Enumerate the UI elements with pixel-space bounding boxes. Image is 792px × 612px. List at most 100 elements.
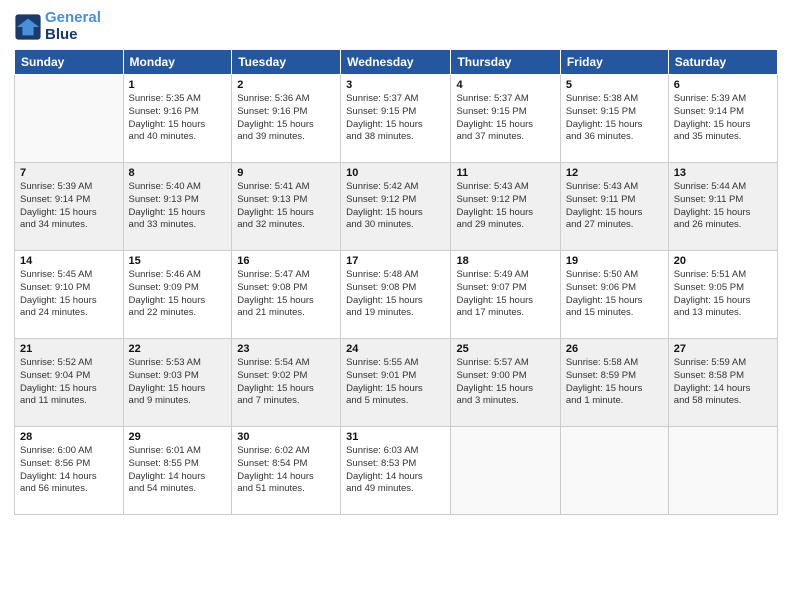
day-number: 27 xyxy=(674,343,772,355)
calendar-cell: 16 Sunrise: 5:47 AM Sunset: 9:08 PM Dayli… xyxy=(232,251,341,339)
day-info: Sunrise: 5:58 AM Sunset: 8:59 PM Dayligh… xyxy=(566,357,663,408)
day-number: 12 xyxy=(566,167,663,179)
calendar-week-row: 28 Sunrise: 6:00 AM Sunset: 8:56 PM Dayli… xyxy=(15,427,778,515)
calendar-cell: 4 Sunrise: 5:37 AM Sunset: 9:15 PM Daylig… xyxy=(451,75,560,163)
day-number: 15 xyxy=(129,255,227,267)
calendar-cell: 3 Sunrise: 5:37 AM Sunset: 9:15 PM Daylig… xyxy=(341,75,451,163)
calendar-cell: 12 Sunrise: 5:43 AM Sunset: 9:11 PM Dayli… xyxy=(560,163,668,251)
day-number: 29 xyxy=(129,431,227,443)
day-number: 19 xyxy=(566,255,663,267)
calendar-cell: 22Sunrise: 5:53 AM Sunset: 9:03 PM Dayli… xyxy=(123,339,232,427)
weekday-header-friday: Friday xyxy=(560,50,668,75)
logo-icon xyxy=(14,13,42,41)
day-info: Sunrise: 5:48 AM Sunset: 9:08 PM Dayligh… xyxy=(346,269,445,320)
day-info: Sunrise: 5:52 AM Sunset: 9:04 PM Dayligh… xyxy=(20,357,118,408)
day-info: Sunrise: 5:37 AM Sunset: 9:15 PM Dayligh… xyxy=(456,93,554,144)
day-info: Sunrise: 5:44 AM Sunset: 9:11 PM Dayligh… xyxy=(674,181,772,232)
day-number: 23 xyxy=(237,343,335,355)
day-info: Sunrise: 5:36 AM Sunset: 9:16 PM Dayligh… xyxy=(237,93,335,144)
day-number: 30 xyxy=(237,431,335,443)
calendar-cell: 15 Sunrise: 5:46 AM Sunset: 9:09 PM Dayli… xyxy=(123,251,232,339)
day-number: 9 xyxy=(237,167,335,179)
calendar-week-row: 14 Sunrise: 5:45 AM Sunset: 9:10 PM Dayli… xyxy=(15,251,778,339)
day-number: 3 xyxy=(346,79,445,91)
day-info: Sunrise: 6:03 AM Sunset: 8:53 PM Dayligh… xyxy=(346,445,445,496)
calendar-cell: 26Sunrise: 5:58 AM Sunset: 8:59 PM Dayli… xyxy=(560,339,668,427)
day-info: Sunrise: 5:59 AM Sunset: 8:58 PM Dayligh… xyxy=(674,357,772,408)
day-number: 7 xyxy=(20,167,118,179)
calendar-cell: 17 Sunrise: 5:48 AM Sunset: 9:08 PM Dayli… xyxy=(341,251,451,339)
day-number: 28 xyxy=(20,431,118,443)
calendar-cell: 23Sunrise: 5:54 AM Sunset: 9:02 PM Dayli… xyxy=(232,339,341,427)
calendar-cell: 6 Sunrise: 5:39 AM Sunset: 9:14 PM Daylig… xyxy=(668,75,777,163)
calendar-cell: 13 Sunrise: 5:44 AM Sunset: 9:11 PM Dayli… xyxy=(668,163,777,251)
day-info: Sunrise: 5:37 AM Sunset: 9:15 PM Dayligh… xyxy=(346,93,445,144)
calendar-cell: 18 Sunrise: 5:49 AM Sunset: 9:07 PM Dayli… xyxy=(451,251,560,339)
calendar-week-row: 21 Sunrise: 5:52 AM Sunset: 9:04 PM Dayli… xyxy=(15,339,778,427)
day-number: 18 xyxy=(456,255,554,267)
day-info: Sunrise: 5:43 AM Sunset: 9:11 PM Dayligh… xyxy=(566,181,663,232)
calendar-cell: 11 Sunrise: 5:43 AM Sunset: 9:12 PM Dayli… xyxy=(451,163,560,251)
day-info: Sunrise: 6:00 AM Sunset: 8:56 PM Dayligh… xyxy=(20,445,118,496)
day-number: 24 xyxy=(346,343,445,355)
day-info: Sunrise: 5:39 AM Sunset: 9:14 PM Dayligh… xyxy=(20,181,118,232)
day-number: 13 xyxy=(674,167,772,179)
day-info: Sunrise: 5:35 AM Sunset: 9:16 PM Dayligh… xyxy=(129,93,227,144)
day-info: Sunrise: 5:40 AM Sunset: 9:13 PM Dayligh… xyxy=(129,181,227,232)
day-info: Sunrise: 5:39 AM Sunset: 9:14 PM Dayligh… xyxy=(674,93,772,144)
calendar-cell: 7 Sunrise: 5:39 AM Sunset: 9:14 PM Daylig… xyxy=(15,163,124,251)
calendar-week-row: 1 Sunrise: 5:35 AM Sunset: 9:16 PM Daylig… xyxy=(15,75,778,163)
day-info: Sunrise: 5:53 AM Sunset: 9:03 PM Dayligh… xyxy=(129,357,227,408)
logo-text: General Blue xyxy=(45,10,101,43)
day-number: 25 xyxy=(456,343,554,355)
weekday-header-sunday: Sunday xyxy=(15,50,124,75)
day-number: 5 xyxy=(566,79,663,91)
day-info: Sunrise: 5:50 AM Sunset: 9:06 PM Dayligh… xyxy=(566,269,663,320)
day-info: Sunrise: 6:01 AM Sunset: 8:55 PM Dayligh… xyxy=(129,445,227,496)
day-number: 8 xyxy=(129,167,227,179)
calendar-cell: 30Sunrise: 6:02 AM Sunset: 8:54 PM Dayli… xyxy=(232,427,341,515)
day-number: 20 xyxy=(674,255,772,267)
day-number: 4 xyxy=(456,79,554,91)
weekday-header-saturday: Saturday xyxy=(668,50,777,75)
day-number: 14 xyxy=(20,255,118,267)
day-info: Sunrise: 5:43 AM Sunset: 9:12 PM Dayligh… xyxy=(456,181,554,232)
day-number: 2 xyxy=(237,79,335,91)
day-number: 31 xyxy=(346,431,445,443)
calendar-cell: 9 Sunrise: 5:41 AM Sunset: 9:13 PM Daylig… xyxy=(232,163,341,251)
header: General Blue xyxy=(14,10,778,43)
calendar-cell xyxy=(560,427,668,515)
calendar-cell: 8 Sunrise: 5:40 AM Sunset: 9:13 PM Daylig… xyxy=(123,163,232,251)
day-info: Sunrise: 5:38 AM Sunset: 9:15 PM Dayligh… xyxy=(566,93,663,144)
calendar-cell: 14 Sunrise: 5:45 AM Sunset: 9:10 PM Dayli… xyxy=(15,251,124,339)
weekday-header-row: SundayMondayTuesdayWednesdayThursdayFrid… xyxy=(15,50,778,75)
calendar-cell: 10Sunrise: 5:42 AM Sunset: 9:12 PM Dayli… xyxy=(341,163,451,251)
day-number: 17 xyxy=(346,255,445,267)
weekday-header-tuesday: Tuesday xyxy=(232,50,341,75)
day-info: Sunrise: 5:41 AM Sunset: 9:13 PM Dayligh… xyxy=(237,181,335,232)
calendar-cell: 27 Sunrise: 5:59 AM Sunset: 8:58 PM Dayli… xyxy=(668,339,777,427)
calendar-cell xyxy=(451,427,560,515)
calendar-cell: 2 Sunrise: 5:36 AM Sunset: 9:16 PM Daylig… xyxy=(232,75,341,163)
day-info: Sunrise: 5:46 AM Sunset: 9:09 PM Dayligh… xyxy=(129,269,227,320)
day-number: 16 xyxy=(237,255,335,267)
day-number: 6 xyxy=(674,79,772,91)
calendar-cell: 1 Sunrise: 5:35 AM Sunset: 9:16 PM Daylig… xyxy=(123,75,232,163)
calendar-cell: 24 Sunrise: 5:55 AM Sunset: 9:01 PM Dayli… xyxy=(341,339,451,427)
calendar-table: SundayMondayTuesdayWednesdayThursdayFrid… xyxy=(14,49,778,515)
day-number: 1 xyxy=(129,79,227,91)
calendar-cell: 31 Sunrise: 6:03 AM Sunset: 8:53 PM Dayli… xyxy=(341,427,451,515)
calendar-cell xyxy=(668,427,777,515)
day-number: 21 xyxy=(20,343,118,355)
calendar-cell: 21 Sunrise: 5:52 AM Sunset: 9:04 PM Dayli… xyxy=(15,339,124,427)
day-number: 11 xyxy=(456,167,554,179)
calendar-cell: 29 Sunrise: 6:01 AM Sunset: 8:55 PM Dayli… xyxy=(123,427,232,515)
day-info: Sunrise: 5:55 AM Sunset: 9:01 PM Dayligh… xyxy=(346,357,445,408)
weekday-header-monday: Monday xyxy=(123,50,232,75)
calendar-cell: 5 Sunrise: 5:38 AM Sunset: 9:15 PM Daylig… xyxy=(560,75,668,163)
weekday-header-wednesday: Wednesday xyxy=(341,50,451,75)
day-info: Sunrise: 5:47 AM Sunset: 9:08 PM Dayligh… xyxy=(237,269,335,320)
day-info: Sunrise: 5:57 AM Sunset: 9:00 PM Dayligh… xyxy=(456,357,554,408)
day-info: Sunrise: 5:45 AM Sunset: 9:10 PM Dayligh… xyxy=(20,269,118,320)
day-info: Sunrise: 5:49 AM Sunset: 9:07 PM Dayligh… xyxy=(456,269,554,320)
